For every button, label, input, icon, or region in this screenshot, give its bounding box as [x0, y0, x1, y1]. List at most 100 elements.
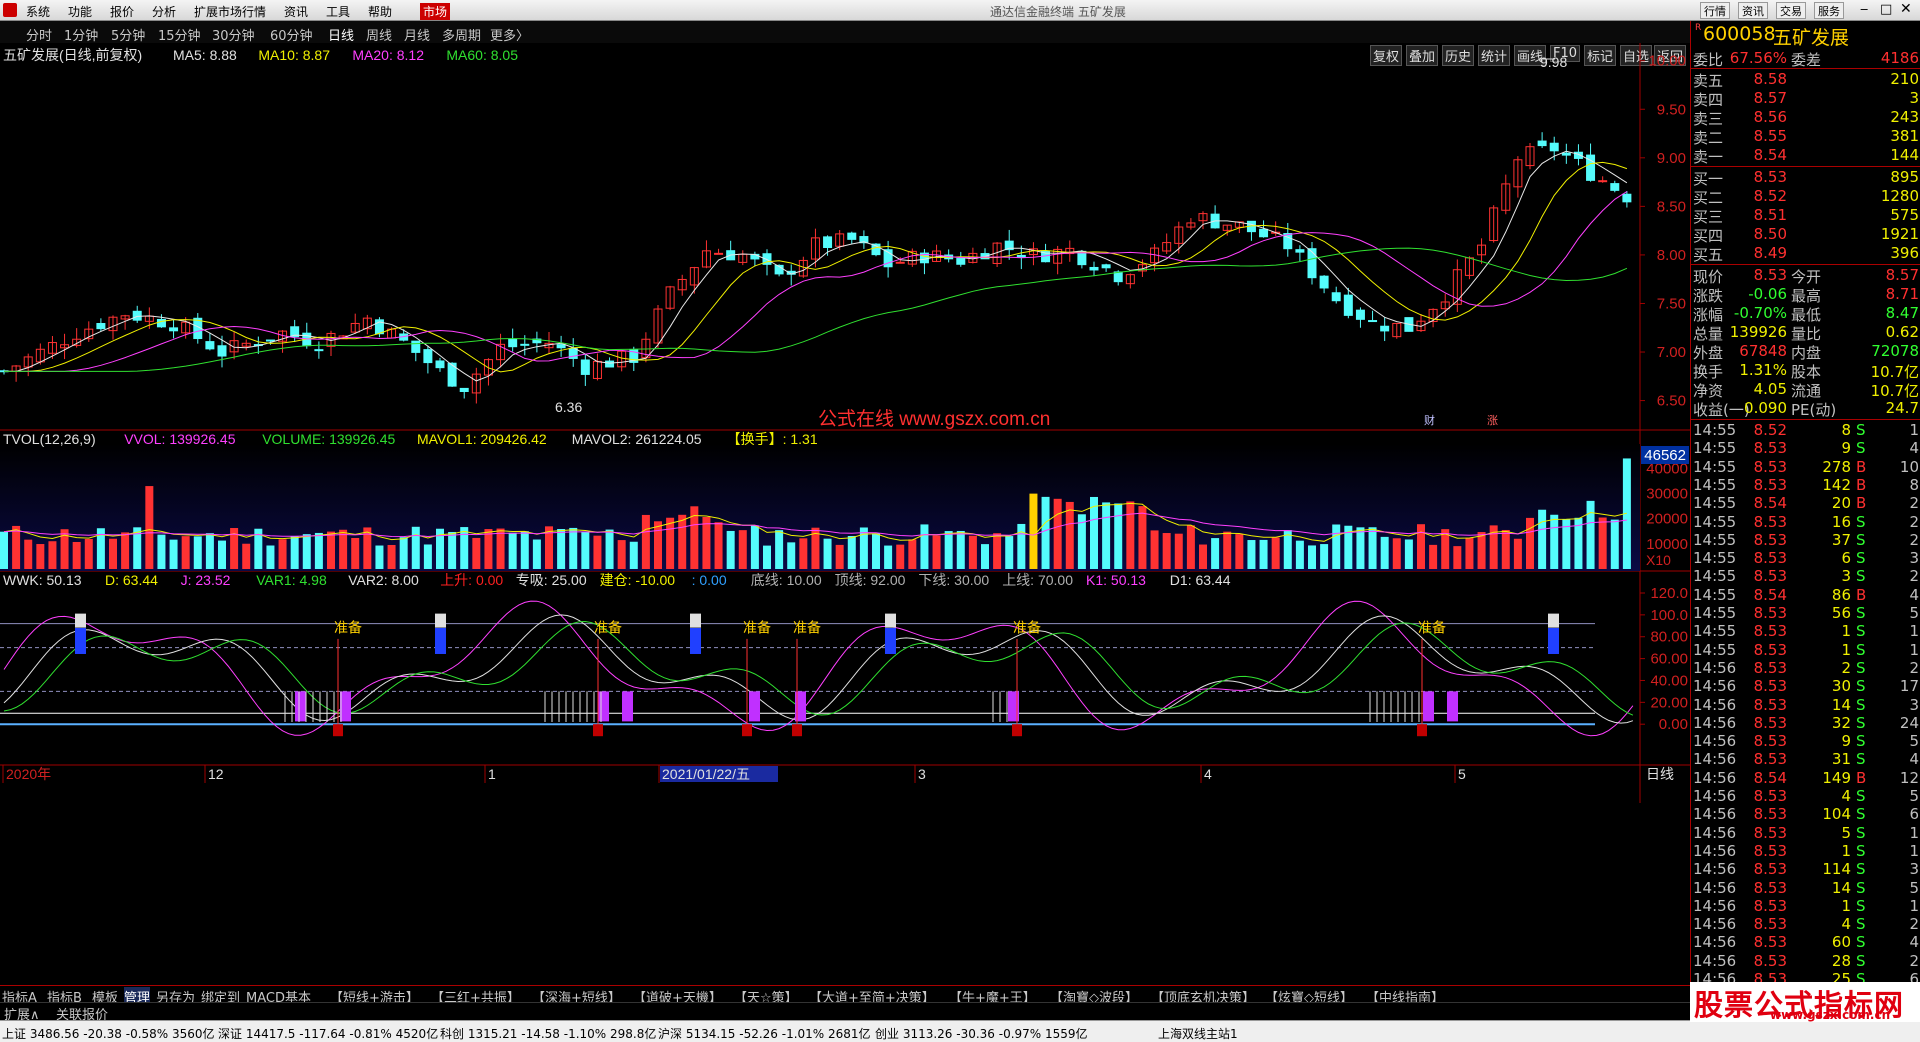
indicator-legend: 专吸: 25.00 [516, 572, 587, 588]
stat-row: 涨跌 -0.06 最高 8.71 [1691, 285, 1920, 305]
index-shenzhen[interactable]: 深证 14417.5 -117.64 -0.81% 4520亿 [218, 1025, 438, 1042]
quote-cell: 14:56 [1693, 732, 1737, 751]
app-logo-icon[interactable] [3, 3, 17, 17]
volume-bar [1526, 517, 1534, 569]
quote-cell: 144 [1890, 146, 1919, 164]
quote-cell: 5 [1909, 732, 1919, 751]
tick-row: 14:55 8.53 142 B 8 [1691, 476, 1920, 494]
tick-row: 14:56 8.53 2 S 2 [1691, 659, 1920, 677]
kline-chart-area[interactable]: 10.009.509.008.508.007.507.006.50五矿发展(日线… [0, 43, 1690, 985]
menu-analysis[interactable]: 分析 [152, 3, 176, 20]
menu-system[interactable]: 系统 [26, 3, 50, 20]
quote-cell: 1 [1841, 622, 1851, 641]
tick-row: 14:55 8.53 16 S 2 [1691, 513, 1920, 531]
candle-body [605, 360, 615, 368]
quote-cell: 2 [1909, 658, 1919, 677]
menu-quote[interactable]: 报价 [110, 3, 134, 20]
quote-cell: 114 [1822, 860, 1851, 879]
period-tab-daily[interactable]: 日线 [328, 25, 354, 44]
volume-bar [1114, 503, 1123, 569]
index-chuangye[interactable]: 创业 3113.26 -30.36 -0.97% 1559亿 [875, 1025, 1088, 1042]
menu-market[interactable]: 市场 [420, 3, 451, 20]
period-tab[interactable]: 60分钟 [270, 25, 313, 44]
candle-body [96, 323, 106, 330]
menu-tools[interactable]: 工具 [326, 3, 350, 20]
top-btn-service[interactable]: 服务 [1814, 2, 1844, 19]
index-kechuang[interactable]: 科创 1315.21 -14.58 -1.10% 298.8亿 [440, 1025, 656, 1042]
close-icon[interactable]: ✕ [1900, 1, 1912, 17]
volume-bar [484, 529, 493, 569]
period-tab[interactable]: 月线 [404, 25, 430, 44]
indicator-legend: VAR2: 8.00 [348, 572, 419, 588]
volume-bar [121, 532, 130, 569]
candle-body [823, 236, 833, 249]
period-tab[interactable]: 5分钟 [111, 25, 145, 44]
tick-row: 14:55 8.53 6 S 3 [1691, 549, 1920, 567]
period-tab[interactable]: 周线 [366, 25, 392, 44]
top-btn-trade[interactable]: 交易 [1776, 2, 1806, 19]
volume-bar [1259, 539, 1268, 569]
candle-body [1598, 180, 1608, 183]
quote-cell: S [1856, 732, 1866, 751]
quote-cell: 8.53 [1753, 787, 1787, 805]
quote-cell: 14:55 [1693, 439, 1737, 458]
top-btn-quote[interactable]: 行情 [1700, 2, 1730, 19]
quote-cell: S [1856, 841, 1866, 860]
volume-bar [617, 540, 626, 569]
quote-cell: 4 [1841, 787, 1851, 805]
indicator-tab-bar: 指标A 指标B 模板 管理 另存为 绑定到 MACD基本 【短线+游击】 【三红+共振】 【深海+… [0, 985, 1690, 1006]
index-shanghai[interactable]: 上证 3486.56 -20.38 -0.58% 3560亿 [2, 1025, 215, 1042]
period-tab-more[interactable]: 更多〉 [490, 25, 529, 44]
volume-bar [1065, 501, 1074, 569]
volume-bar [1392, 538, 1401, 569]
tick-row: 14:56 8.53 60 S 4 [1691, 933, 1920, 951]
menu-help[interactable]: 帮助 [368, 3, 392, 20]
quote-cell: 14:56 [1693, 677, 1737, 696]
indicator-legend: D1: 63.44 [1170, 572, 1231, 588]
tick-row: 14:56 8.53 1 S 1 [1691, 842, 1920, 860]
quote-cell: 14:55 [1693, 604, 1737, 622]
menu-ext-market[interactable]: 扩展市场行情 [194, 3, 266, 20]
indicator-legend: : 0.00 [692, 572, 727, 588]
quote-cell: S [1856, 805, 1866, 824]
quote-cell: 14:55 [1693, 421, 1737, 439]
separator [1691, 419, 1920, 420]
signal-purple [598, 691, 609, 722]
period-tab[interactable]: 15分钟 [158, 25, 201, 44]
quote-cell: 139926 [1729, 323, 1787, 341]
quote-cell: S [1856, 622, 1866, 641]
quote-cell: 8.53 [1753, 622, 1787, 641]
high-price-label: 9.98 [1540, 54, 1567, 70]
quote-cell: 14:55 [1693, 549, 1737, 568]
minimize-icon[interactable]: ‒ [1860, 2, 1868, 17]
main-legend: MA20: 8.12 [352, 47, 424, 63]
period-tab[interactable]: 30分钟 [212, 25, 255, 44]
volume-bar [920, 524, 929, 569]
volume-bar [714, 522, 723, 569]
candle-body [459, 387, 469, 392]
volume-bar [1283, 530, 1292, 569]
watermark: 股票公式指标网 www.gszx.com.cn [1690, 982, 1920, 1022]
period-tab[interactable]: 1分钟 [64, 25, 98, 44]
tick-row: 14:56 8.53 104 S 6 [1691, 805, 1920, 823]
quote-cell: 收益(一) [1693, 401, 1750, 419]
top-btn-news[interactable]: 资讯 [1738, 2, 1768, 19]
quote-cell: 1 [1841, 841, 1851, 860]
quote-cell: 8.58 [1753, 70, 1787, 88]
period-tab[interactable]: 多周期 [442, 25, 481, 44]
candle-body [847, 232, 857, 240]
period-tab[interactable]: 分时 [26, 25, 52, 44]
signal-purple [340, 691, 351, 722]
tick-row: 14:56 8.53 1 S 1 [1691, 897, 1920, 915]
volume-bar [726, 530, 735, 569]
quote-cell: 换手 [1693, 363, 1724, 381]
maximize-icon[interactable]: □ [1880, 2, 1892, 17]
quote-cell: 3 [1909, 695, 1919, 714]
volume-bar [193, 536, 202, 569]
indicator-legend: D: 63.44 [105, 572, 158, 588]
menu-function[interactable]: 功能 [68, 3, 92, 20]
indicator-legend: 底线: 10.00 [751, 572, 822, 588]
candle-body [1622, 193, 1632, 203]
menu-news[interactable]: 资讯 [284, 3, 308, 20]
index-hushen[interactable]: 沪深 5134.15 -52.26 -1.01% 2681亿 [658, 1025, 871, 1042]
